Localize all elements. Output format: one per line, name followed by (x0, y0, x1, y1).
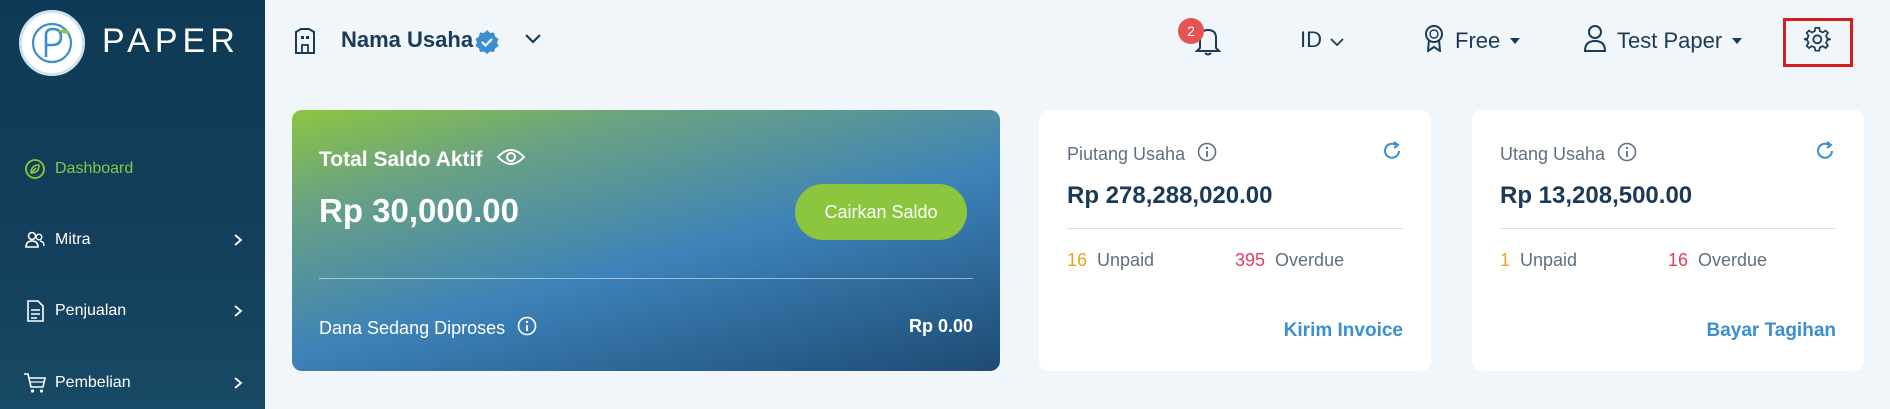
user-menu[interactable]: Test Paper (1583, 24, 1743, 58)
info-icon[interactable] (1617, 142, 1637, 167)
info-icon[interactable] (1197, 142, 1217, 167)
kirim-invoice-link[interactable]: Kirim Invoice (1284, 320, 1403, 342)
sidebar-item-label: Dashboard (55, 160, 134, 177)
saldo-amount: Rp 30,000.00 (319, 192, 519, 229)
processing-label: Dana Sedang Diproses (319, 318, 506, 338)
sidebar-item-pembelian[interactable]: Pembelian (0, 365, 265, 401)
utang-unpaid[interactable]: 1 Unpaid (1500, 250, 1577, 271)
utang-overdue[interactable]: 16 Overdue (1668, 250, 1767, 271)
utang-title: Utang Usaha (1500, 144, 1606, 164)
utang-card: Utang Usaha Rp 13,208,500.00 1 Unpaid 16… (1472, 110, 1864, 371)
overdue-count: 16 (1668, 250, 1689, 270)
plan-label: Free (1455, 28, 1501, 53)
bayar-tagihan-link[interactable]: Bayar Tagihan (1706, 320, 1836, 342)
language-selector[interactable]: ID (1300, 27, 1344, 53)
sidebar-item-label: Mitra (55, 231, 91, 248)
unpaid-count: 1 (1500, 250, 1511, 270)
overdue-label: Overdue (1698, 250, 1768, 270)
user-name: Test Paper (1617, 28, 1723, 53)
refresh-icon[interactable] (1381, 140, 1403, 167)
sidebar-item-penjualan[interactable]: Penjualan (0, 293, 265, 329)
notification-count-badge: 2 (1178, 18, 1204, 44)
paper-logo-icon[interactable] (19, 10, 85, 76)
cart-icon (23, 371, 47, 395)
user-icon (1583, 24, 1607, 58)
caret-down-icon (1510, 38, 1521, 44)
unpaid-label: Unpaid (1520, 250, 1578, 270)
saldo-title-row: Total Saldo Aktif (319, 147, 526, 173)
sidebar-item-label: Pembelian (55, 374, 131, 391)
top-header: Nama Usaha 2 ID Free Test Paper (265, 0, 1890, 84)
badge-ribbon-icon (1423, 24, 1445, 58)
brand-name: PAPER (102, 22, 240, 60)
saldo-card: Total Saldo Aktif Rp 30,000.00 Cairkan S… (292, 110, 1000, 371)
piutang-unpaid[interactable]: 16 Unpaid (1067, 250, 1154, 271)
unpaid-label: Unpaid (1097, 250, 1155, 270)
piutang-overdue[interactable]: 395 Overdue (1235, 250, 1344, 271)
gear-icon (1803, 26, 1832, 59)
sidebar: PAPER Dashboard Mitra Penjualan Pembelia… (0, 0, 265, 409)
utang-amount: Rp 13,208,500.00 (1500, 182, 1693, 209)
saldo-title: Total Saldo Aktif (319, 148, 483, 171)
language-label: ID (1300, 27, 1322, 52)
chevron-down-icon[interactable] (524, 32, 542, 50)
cairkan-saldo-button[interactable]: Cairkan Saldo (795, 184, 967, 240)
settings-button[interactable] (1783, 18, 1853, 67)
leaf-circle-icon (23, 157, 47, 181)
chevron-down-icon (1330, 27, 1344, 53)
document-icon (23, 299, 47, 323)
plan-selector[interactable]: Free (1423, 24, 1521, 58)
divider (1500, 228, 1836, 229)
chevron-right-icon (233, 304, 247, 318)
sidebar-item-mitra[interactable]: Mitra (0, 222, 265, 258)
piutang-title-row: Piutang Usaha (1067, 142, 1217, 167)
processing-row: Dana Sedang Diproses (319, 316, 537, 341)
business-name[interactable]: Nama Usaha (341, 27, 473, 53)
refresh-icon[interactable] (1814, 140, 1836, 167)
chevron-right-icon (233, 376, 247, 390)
sidebar-item-label: Penjualan (55, 302, 127, 319)
processing-value: Rp 0.00 (908, 316, 973, 336)
building-icon (294, 28, 316, 59)
divider (319, 278, 973, 279)
overdue-label: Overdue (1275, 250, 1345, 270)
piutang-title: Piutang Usaha (1067, 144, 1186, 164)
chevron-right-icon (233, 233, 247, 247)
eye-icon[interactable] (496, 147, 526, 173)
verified-badge-icon (474, 29, 500, 60)
divider (1067, 228, 1403, 229)
users-icon (23, 228, 47, 252)
unpaid-count: 16 (1067, 250, 1088, 270)
info-icon[interactable] (517, 316, 537, 341)
caret-down-icon (1732, 38, 1743, 44)
overdue-count: 395 (1235, 250, 1266, 270)
sidebar-item-dashboard[interactable]: Dashboard (0, 151, 265, 187)
utang-title-row: Utang Usaha (1500, 142, 1637, 167)
piutang-amount: Rp 278,288,020.00 (1067, 182, 1273, 209)
piutang-card: Piutang Usaha Rp 278,288,020.00 16 Unpai… (1039, 110, 1431, 371)
